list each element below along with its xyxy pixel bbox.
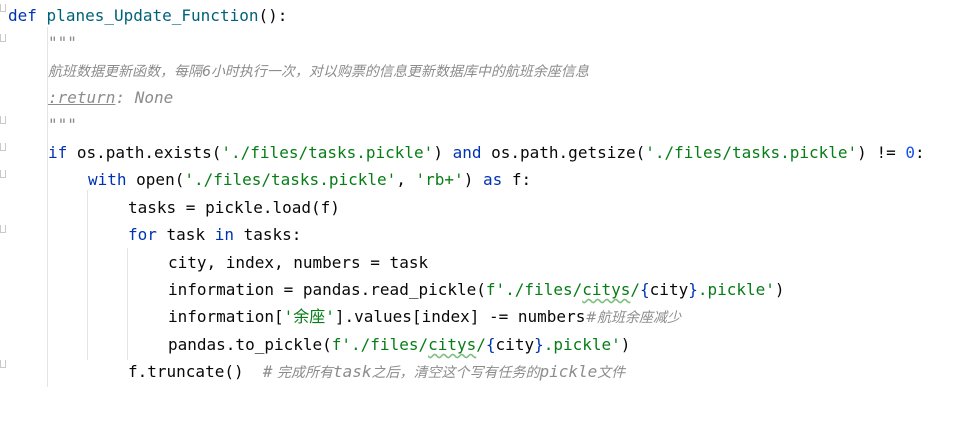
code-text: os.path.getsize( [481,143,646,162]
fstring-brace: } [534,335,544,354]
comment-word: pickle [539,362,598,381]
string-literal-typo: citys [428,335,477,354]
string-literal: / [476,335,486,354]
docstring-close: """ [48,115,77,134]
keyword-def: def [8,6,37,25]
code-line-7: with open('./files/tasks.pickle', 'rb+')… [0,166,979,193]
code-text: open( [126,170,185,189]
keyword-with: with [88,170,127,189]
code-line-11: information = pandas.read_pickle(f'./fil… [0,276,979,303]
keyword-and: and [452,143,482,162]
code-text: os.path.exists( [67,143,222,162]
comment-text: 完成所有 [272,365,333,381]
code-text: ) != [857,143,906,162]
string-literal: './files/tasks.pickle' [184,170,397,189]
keyword-if: if [48,143,68,162]
string-literal: './files/tasks.pickle' [221,143,434,162]
code-line-10: city, index, numbers = task [0,249,979,276]
comment-hash: # [262,362,273,381]
code-text: pandas.to_pickle( [168,335,332,354]
string-literal: f'./files/ [331,335,429,354]
code-line-3: 航班数据更新函数，每隔6小时执行一次，对以购票的信息更新数据库中的航班余座信息 [0,57,979,84]
keyword-as: as [482,170,503,189]
string-literal: 'rb+' [415,170,464,189]
code-text: tasks = pickle.load(f) [128,198,340,217]
string-literal: f'./files/ [485,280,583,299]
string-literal: .pickle' [697,280,775,299]
keyword-in: in [214,225,234,244]
code-text: ) [463,170,483,189]
code-text: , [396,170,416,189]
punctuation: (): [258,6,288,25]
string-literal: './files/tasks.pickle' [645,143,858,162]
comment-text: 文件 [597,365,626,381]
code-text: : [914,143,925,162]
code-text: ) [620,335,631,354]
code-text: ].values[index] -= numbers [334,307,586,326]
docstring-tag: :return [48,88,116,107]
code-line-2: """ [0,29,979,56]
fstring-brace: { [640,280,650,299]
comment-word: task [332,362,372,381]
code-line-5: """ [0,111,979,138]
code-line-4: :return: None [0,84,979,111]
string-literal-typo: citys [582,280,631,299]
fstring-brace: { [485,335,496,354]
inline-comment: #航班余座减少 [585,310,682,326]
code-line-13: pandas.to_pickle(f'./files/citys/{city}.… [0,331,979,358]
code-editor[interactable]: def planes_Update_Function(): """ 航班数据更新… [0,0,979,419]
fstring-variable: city [649,280,689,299]
code-text: task [156,225,215,244]
code-text: ) [774,280,785,299]
code-line-14: f.truncate() # 完成所有task之后，清空这个写有任务的pickl… [0,358,979,385]
code-line-9: for task in tasks: [0,221,979,248]
fstring-brace: } [688,280,698,299]
code-line-6: if os.path.exists('./files/tasks.pickle'… [0,139,979,166]
string-literal: '余座' [283,307,335,326]
code-text: ) [433,143,453,162]
code-text: city, index, numbers = task [168,253,429,272]
code-text: information = pandas.read_pickle( [168,280,486,299]
fstring-variable: city [495,335,535,354]
comment-text: 之后，清空这个写有任务的 [371,365,540,381]
keyword-for: for [128,225,157,244]
code-text: f.truncate() [128,362,263,381]
string-literal: / [630,280,641,299]
code-text: tasks: [233,225,302,244]
docstring-text: 航班数据更新函数，每隔6小时执行一次，对以购票的信息更新数据库中的航班余座信息 [48,64,589,80]
docstring-return: : None [115,88,174,107]
code-line-12: information['余座'].values[index] -= numbe… [0,303,979,330]
string-literal: .pickle' [543,335,621,354]
docstring-open: """ [48,33,77,52]
code-text: f: [502,170,532,189]
number-literal: 0 [905,143,915,162]
function-name: planes_Update_Function [46,6,259,25]
code-line-1: def planes_Update_Function(): [0,2,979,29]
code-line-8: tasks = pickle.load(f) [0,194,979,221]
code-text: information[ [168,307,284,326]
